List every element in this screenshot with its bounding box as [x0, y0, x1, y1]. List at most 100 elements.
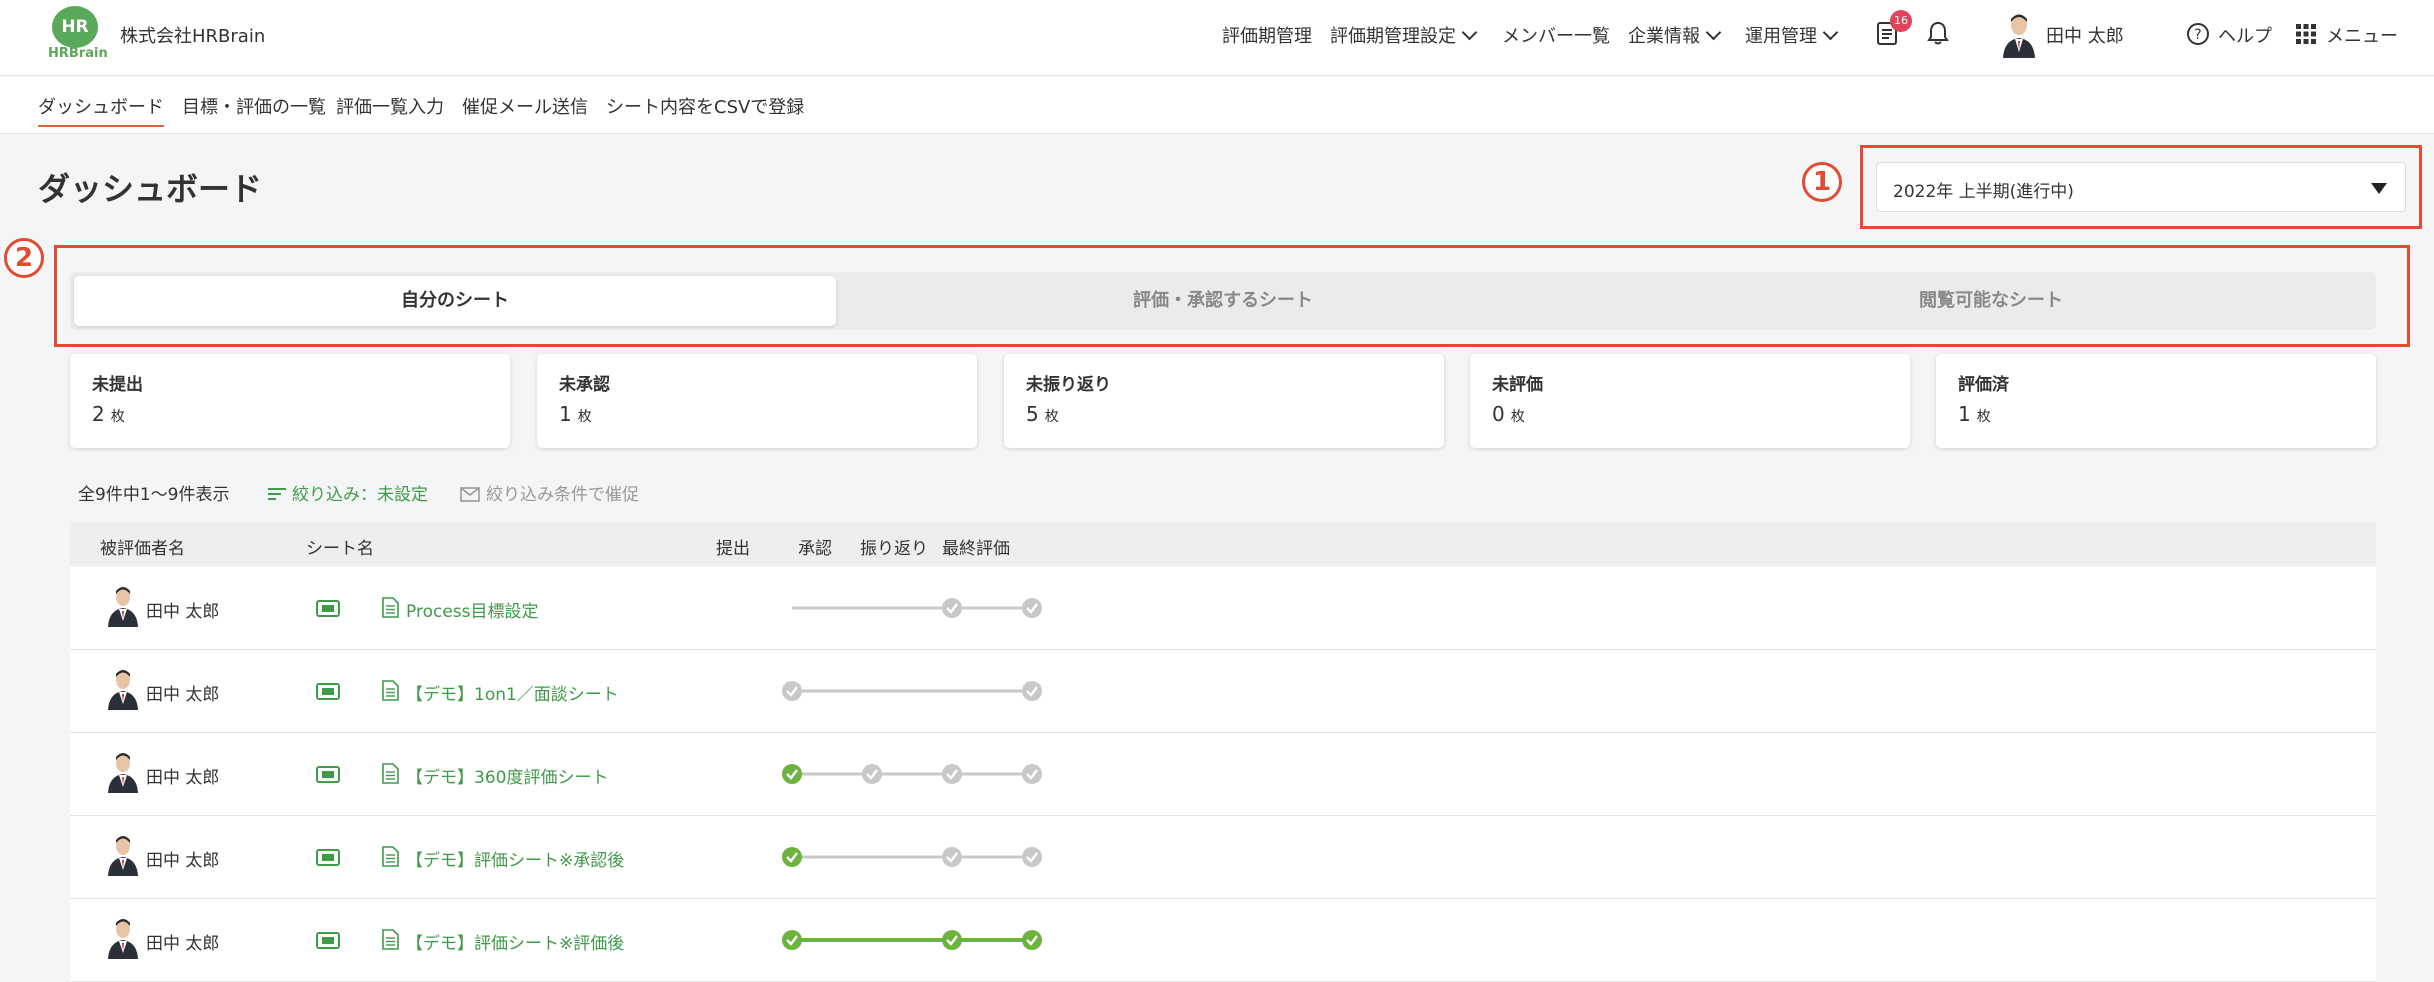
status-fill [322, 937, 334, 944]
period-select[interactable]: 2022年 上半期(進行中) [1876, 162, 2406, 212]
nav-evaluation-period[interactable]: 評価期管理 [1222, 22, 1312, 48]
help-label[interactable]: ヘルプ [2218, 22, 2272, 48]
nav-operations[interactable]: 運用管理 [1745, 22, 1839, 48]
menu-label[interactable]: メニュー [2326, 22, 2398, 48]
card-count-value: 1 [1958, 402, 1971, 426]
menu-button[interactable] [2296, 24, 2316, 48]
summary-card-not-evaluated[interactable]: 未評価 0枚 [1470, 354, 1910, 448]
nav-label: 企業情報 [1628, 26, 1700, 47]
nav-evaluation-settings[interactable]: 評価期管理設定 [1330, 22, 1478, 48]
svg-text:?: ? [2194, 27, 2201, 43]
header-final: 最終評価 [942, 539, 1010, 559]
progress-tracker [782, 930, 1042, 950]
sheet-link[interactable]: Process目標設定 [406, 597, 539, 622]
chevron-down-icon [1461, 24, 1478, 41]
user-avatar[interactable] [2000, 12, 2038, 58]
sheet-link[interactable]: 【デモ】評価シート※承認後 [406, 846, 624, 871]
summary-card-evaluated[interactable]: 評価済 1枚 [1936, 354, 2376, 448]
sheet-link[interactable]: 【デモ】評価シート※評価後 [406, 929, 624, 954]
table-row[interactable]: 田中 太郎 【デモ】評価シート※承認後 [70, 816, 2376, 899]
notification-badge: 16 [1890, 10, 1912, 32]
table-row[interactable]: 田中 太郎 Process目標設定 [70, 567, 2376, 650]
status-fill [322, 605, 334, 612]
header-evaluatee[interactable]: 被評価者名 [100, 534, 185, 559]
sub-navigation: ダッシュボード 目標・評価の一覧 評価一覧入力 催促メール送信 シート内容をCS… [0, 77, 2434, 134]
step-reflect-check-icon [942, 847, 962, 867]
sheet-link[interactable]: 【デモ】360度評価シート [406, 763, 608, 788]
card-label: 未評価 [1492, 375, 1543, 395]
page-title: ダッシュボード [38, 170, 263, 208]
annotation-marker-1: 1 [1802, 162, 1842, 202]
subnav-goals-list[interactable]: 目標・評価の一覧 [182, 93, 326, 119]
card-unit: 枚 [1976, 409, 1991, 425]
header-sheet-name[interactable]: シート名 [306, 534, 374, 559]
card-unit: 枚 [1044, 409, 1059, 425]
tab-review-approve-sheets[interactable]: 評価・承認するシート [842, 276, 1604, 326]
step-final-check-icon [1022, 847, 1042, 867]
evaluatee-avatar [108, 587, 138, 627]
sheet-tabs: 自分のシート 評価・承認するシート 閲覧可能なシート [70, 272, 2376, 330]
subnav-bulk-input[interactable]: 評価一覧入力 [336, 93, 444, 119]
caret-down-icon [2371, 183, 2387, 194]
evaluatee-name[interactable]: 田中 太郎 [146, 929, 219, 954]
subnav-dashboard[interactable]: ダッシュボード [38, 93, 164, 127]
sheet-status-icon [316, 932, 340, 949]
document-icon [382, 763, 399, 784]
evaluatee-name[interactable]: 田中 太郎 [146, 680, 219, 705]
sheet-status-icon [316, 766, 340, 783]
status-fill [322, 854, 334, 861]
document-icon [382, 680, 399, 701]
sheet-status-icon [316, 600, 340, 617]
summary-card-not-approved[interactable]: 未承認 1枚 [537, 354, 977, 448]
card-unit: 枚 [577, 409, 592, 425]
help-button[interactable]: ? [2186, 22, 2210, 50]
sheet-link[interactable]: 【デモ】1on1／面談シート [406, 680, 619, 705]
filter-button[interactable]: 絞り込み：未設定 [268, 480, 428, 505]
table-row[interactable]: 田中 太郎 【デモ】評価シート※評価後 [70, 899, 2376, 982]
evaluatee-avatar [108, 836, 138, 876]
chevron-down-icon [1822, 24, 1839, 41]
remind-by-filter-button[interactable]: 絞り込み条件で催促 [460, 480, 639, 505]
summary-card-not-submitted[interactable]: 未提出 2枚 [70, 354, 510, 448]
subnav-reminder-email[interactable]: 催促メール送信 [462, 93, 588, 119]
envelope-icon [460, 487, 480, 502]
evaluatee-avatar [108, 753, 138, 793]
logo-wordmark: HRBrain [48, 46, 108, 61]
card-count: 0枚 [1492, 402, 1525, 426]
evaluatee-name[interactable]: 田中 太郎 [146, 597, 219, 622]
card-unit: 枚 [1510, 409, 1525, 425]
help-circle-icon: ? [2187, 23, 2209, 45]
tab-viewable-sheets[interactable]: 閲覧可能なシート [1610, 276, 2372, 326]
card-label: 評価済 [1958, 375, 2009, 395]
summary-card-not-reflected[interactable]: 未振り返り 5枚 [1004, 354, 1444, 448]
nav-company-info[interactable]: 企業情報 [1628, 22, 1722, 48]
bell-icon [1927, 21, 1949, 45]
sheet-status-icon [316, 849, 340, 866]
card-count: 1枚 [1958, 402, 1991, 426]
task-list-button[interactable]: 16 [1876, 10, 1912, 50]
company-logo[interactable]: HR HRBrain [48, 6, 108, 61]
evaluatee-name[interactable]: 田中 太郎 [146, 846, 219, 871]
header-submit: 提出 [716, 539, 750, 559]
evaluatee-name[interactable]: 田中 太郎 [146, 763, 219, 788]
step-submit-check-icon [782, 764, 802, 784]
table-row[interactable]: 田中 太郎 【デモ】1on1／面談シート [70, 650, 2376, 733]
card-count-value: 5 [1026, 402, 1039, 426]
card-count-value: 1 [559, 402, 572, 426]
progress-tracker [792, 598, 1042, 618]
card-count: 2枚 [92, 402, 125, 426]
nav-label: 評価期管理 [1222, 26, 1312, 47]
table-row[interactable]: 田中 太郎 【デモ】360度評価シート [70, 733, 2376, 816]
nav-members[interactable]: メンバー一覧 [1502, 22, 1610, 48]
status-fill [322, 771, 334, 778]
progress-tracker [782, 681, 1042, 701]
progress-tracker [782, 764, 1042, 784]
card-count: 1枚 [559, 402, 592, 426]
tab-my-sheets[interactable]: 自分のシート [74, 276, 836, 326]
step-final-check-icon [1022, 598, 1042, 618]
chevron-down-icon [1705, 24, 1722, 41]
user-name[interactable]: 田中 太郎 [2046, 22, 2124, 48]
notification-button[interactable] [1926, 20, 1950, 50]
subnav-csv-import[interactable]: シート内容をCSVで登録 [606, 93, 804, 119]
card-count: 5枚 [1026, 402, 1059, 426]
